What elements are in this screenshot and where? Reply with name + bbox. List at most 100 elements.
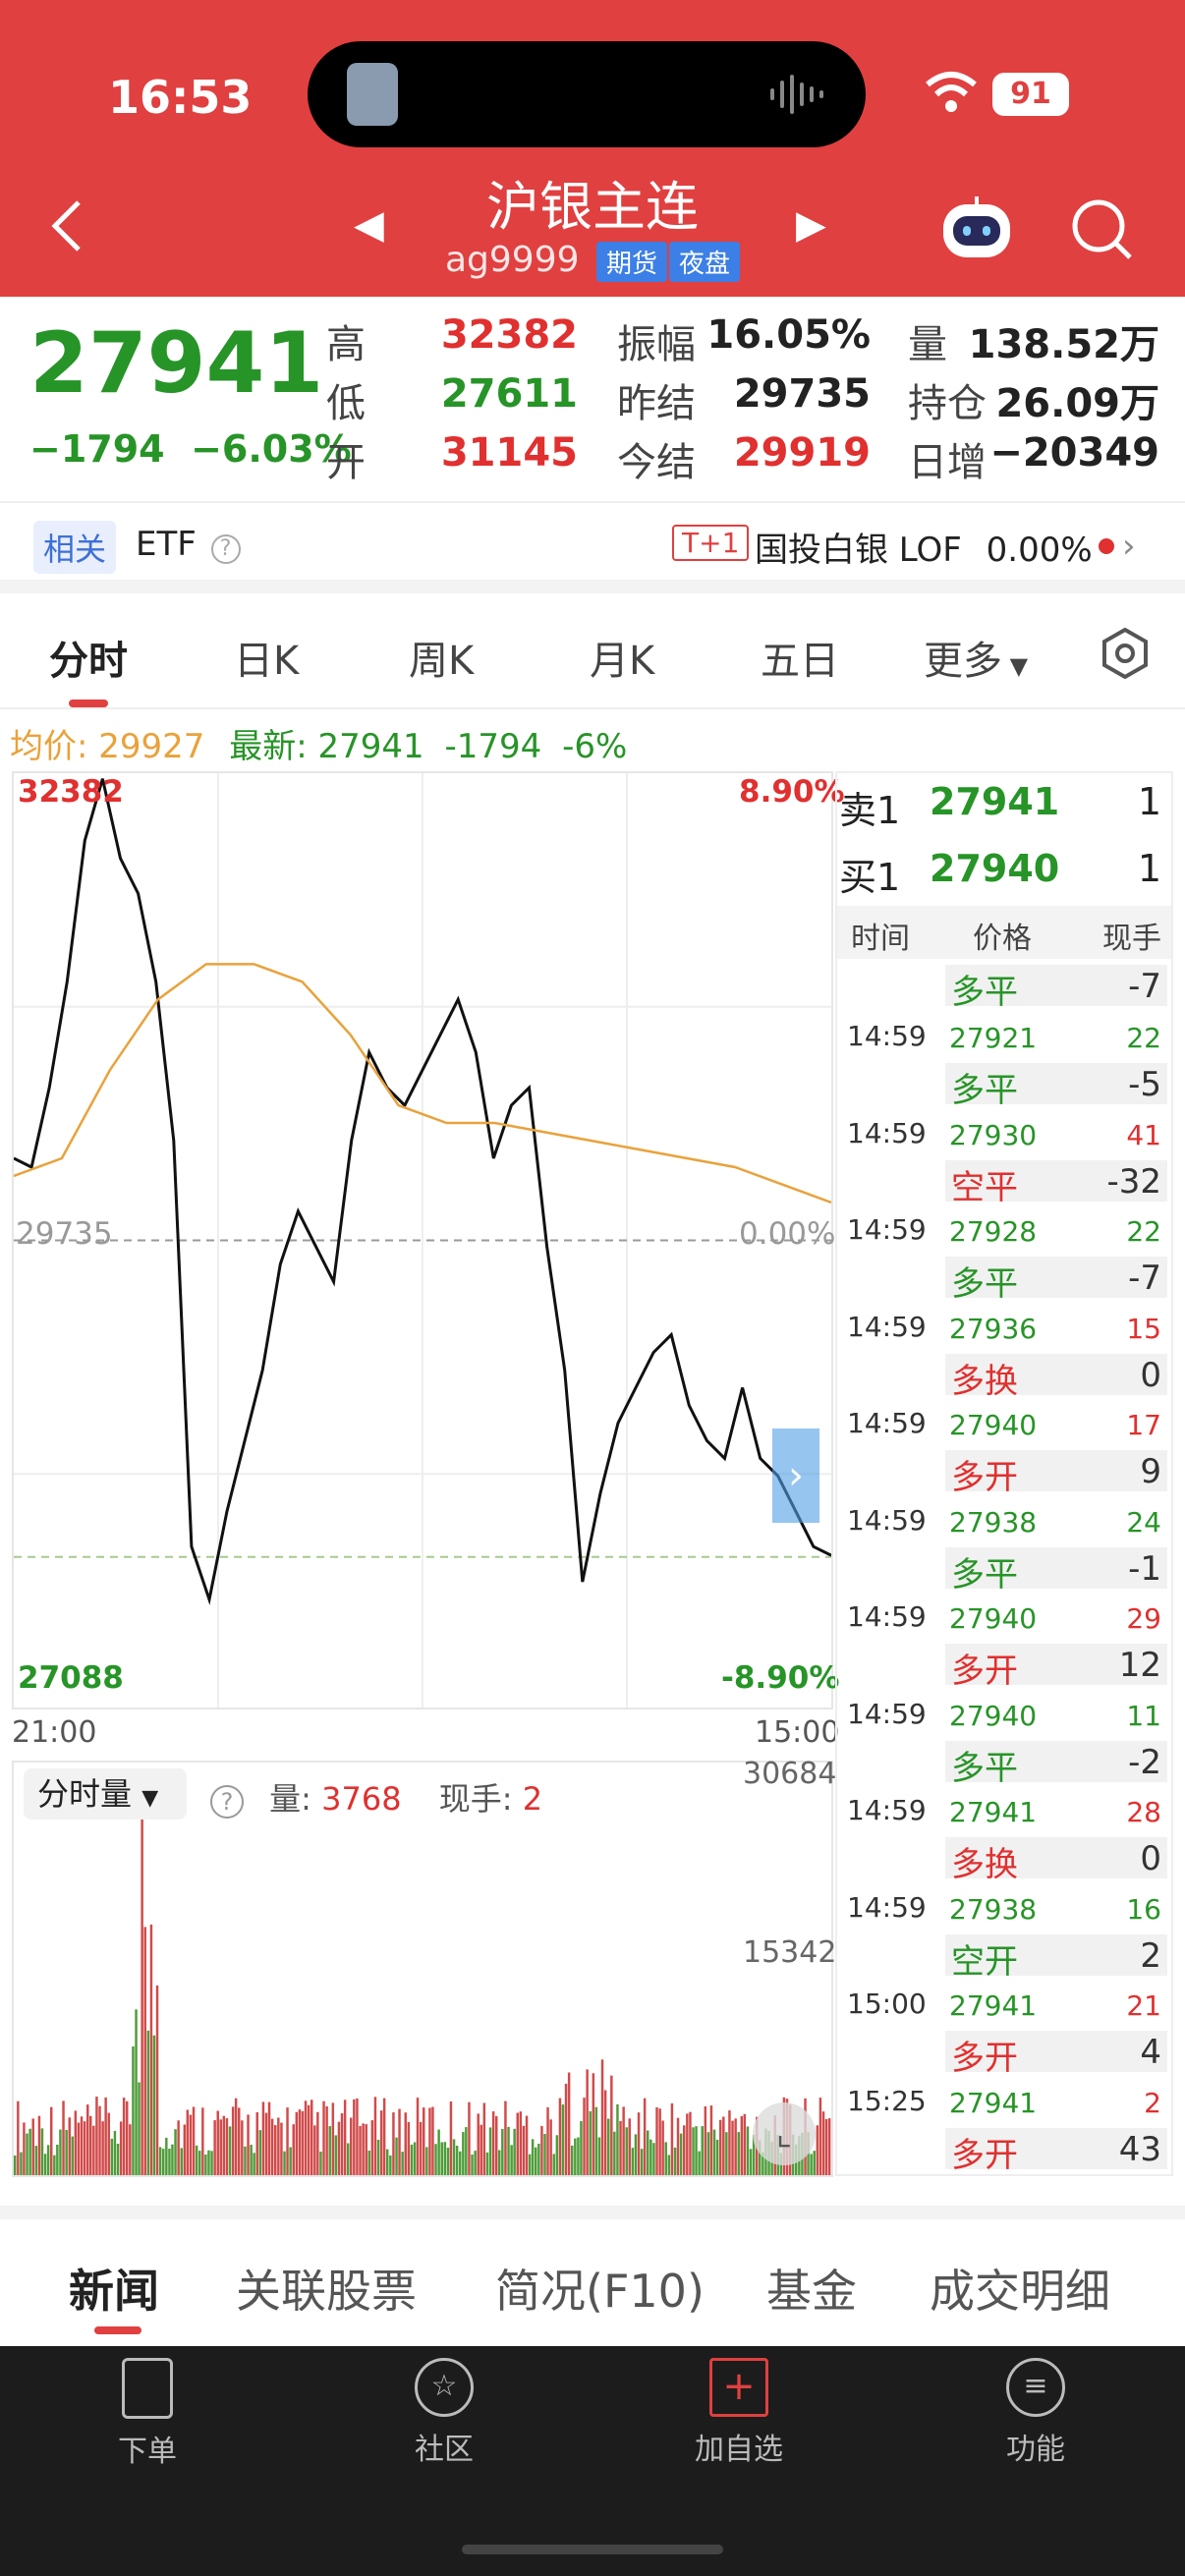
volume-bar: [204, 2155, 207, 2175]
trade-net: 2: [1140, 1935, 1161, 1976]
trade-net: -7: [1128, 967, 1161, 1006]
volume-bar: [180, 2148, 183, 2175]
nav-functions[interactable]: ≡ 功能: [957, 2358, 1114, 2468]
volume-bar: [683, 2125, 686, 2175]
wifi-icon: [926, 72, 977, 112]
volume-bar: [132, 2046, 135, 2175]
tab-more[interactable]: 更多 ▼: [924, 629, 1028, 686]
volume-bar: [95, 2097, 98, 2175]
tab-related-stocks[interactable]: 关联股票: [236, 2256, 417, 2321]
volume-chart[interactable]: [12, 1761, 833, 2177]
battery-indicator: 91: [992, 73, 1069, 116]
stat-label: 日增: [908, 440, 987, 485]
volume-bar: [195, 2145, 198, 2175]
volume-info: ? 量: 3768 现手: 2: [210, 1774, 542, 1820]
volume-bar: [146, 2030, 150, 2175]
next-contract-button[interactable]: ▶: [796, 202, 826, 248]
volume-bar: [74, 2110, 78, 2175]
header-hand: 现手: [1102, 922, 1161, 956]
y-label-high: 32382: [18, 774, 124, 810]
back-arrow-icon[interactable]: [47, 196, 86, 255]
volume-bar: [549, 2119, 552, 2175]
trade-time: 14:59: [847, 1890, 927, 1924]
volume-bar: [122, 2098, 126, 2175]
volume-bar: [277, 2117, 280, 2175]
nav-add-watchlist[interactable]: + 加自选: [660, 2358, 818, 2468]
volume-bar: [162, 2149, 165, 2175]
x-label-start: 21:00: [12, 1715, 97, 1750]
stat-label: 持仓: [908, 381, 987, 426]
robot-assistant-icon[interactable]: [937, 195, 1016, 263]
chevron-right-icon[interactable]: ›: [1122, 527, 1136, 566]
trade-net: 4: [1140, 2033, 1161, 2072]
volume-bar: [824, 2119, 828, 2175]
tab-monthly-k[interactable]: 月K: [590, 629, 654, 686]
volume-bar: [594, 2106, 598, 2175]
volume-bar: [695, 2126, 698, 2175]
volume-bar: [104, 2097, 107, 2175]
volume-bar: [289, 2147, 292, 2175]
volume-bar: [250, 2145, 253, 2175]
trade-net: 0: [1140, 1355, 1161, 1395]
tab-daily-k[interactable]: 日K: [234, 629, 299, 686]
volume-bar: [389, 2155, 392, 2175]
quote-stat: 量 138.52万: [908, 312, 1159, 369]
volume-bar: [676, 2117, 680, 2175]
volume-bar: [607, 2118, 610, 2175]
volume-bar: [295, 2111, 299, 2175]
status-dot: [1099, 538, 1114, 554]
quote-stat: 持仓 26.09万: [908, 371, 1159, 428]
y-label-low: 27088: [18, 1660, 124, 1696]
volume-bar: [80, 2116, 84, 2175]
volume-bar: [331, 2102, 335, 2175]
t-plus-badge: T+1: [672, 525, 750, 561]
volume-amount-label: 量:: [269, 1780, 311, 1818]
nav-order[interactable]: 下单: [69, 2358, 226, 2470]
trade-time: 14:59: [847, 1503, 927, 1537]
etf-label[interactable]: ETF ?: [136, 525, 241, 564]
volume-bar: [495, 2115, 498, 2175]
fullscreen-icon[interactable]: ⌞: [753, 2102, 816, 2165]
intraday-chart[interactable]: [12, 771, 833, 1709]
volume-bar: [501, 2129, 504, 2175]
volume-bar: [353, 2099, 356, 2175]
tab-news[interactable]: 新闻: [69, 2256, 159, 2321]
hand-value: 2: [522, 1780, 543, 1818]
search-icon[interactable]: [1069, 196, 1134, 261]
trades-header: 时间 价格 现手: [837, 906, 1171, 959]
tab-five-day[interactable]: 五日: [761, 629, 839, 686]
trade-net: -32: [1106, 1161, 1161, 1202]
help-icon[interactable]: ?: [210, 1785, 244, 1819]
volume-bar: [34, 2146, 38, 2175]
y-label-high-pct: 8.90%: [739, 774, 845, 810]
volume-bar: [126, 2100, 129, 2175]
home-indicator: [462, 2545, 723, 2554]
help-icon[interactable]: ?: [210, 534, 241, 564]
volume-bar: [561, 2104, 565, 2175]
tab-weekly-k[interactable]: 周K: [409, 629, 474, 686]
volume-bar: [746, 2126, 750, 2175]
trade-row: 15:00 27941 21 多开 4: [837, 1982, 1171, 2078]
tab-overview-f10[interactable]: 简况(F10): [495, 2256, 705, 2321]
stat-label: 振幅: [617, 322, 696, 367]
tab-funds[interactable]: 基金: [766, 2256, 857, 2321]
expand-panel-handle[interactable]: ›: [772, 1428, 819, 1523]
trade-time: 15:25: [847, 2084, 927, 2117]
trade-time: 14:59: [847, 1213, 927, 1246]
settings-hexagon-icon[interactable]: [1099, 627, 1152, 680]
tab-intraday[interactable]: 分时: [49, 629, 128, 686]
volume-selector[interactable]: 分时量 ▼: [24, 1768, 187, 1820]
trade-qty: 24: [1126, 1505, 1161, 1539]
volume-bar: [734, 2118, 737, 2175]
volume-bar: [356, 2098, 359, 2175]
volume-bar: [749, 2149, 753, 2175]
volume-bar: [89, 2115, 92, 2175]
trade-price: 27938: [949, 1892, 1038, 1926]
volume-bar: [367, 2151, 370, 2175]
nav-community[interactable]: ☆ 社区: [366, 2358, 523, 2468]
quote-stat: 振幅 16.05%: [617, 312, 871, 369]
related-fund[interactable]: 国投白银 LOF 0.00%: [755, 523, 1093, 571]
tab-trade-details[interactable]: 成交明细: [930, 2256, 1110, 2321]
volume-bar: [138, 2082, 141, 2175]
volume-bar: [510, 2145, 513, 2175]
